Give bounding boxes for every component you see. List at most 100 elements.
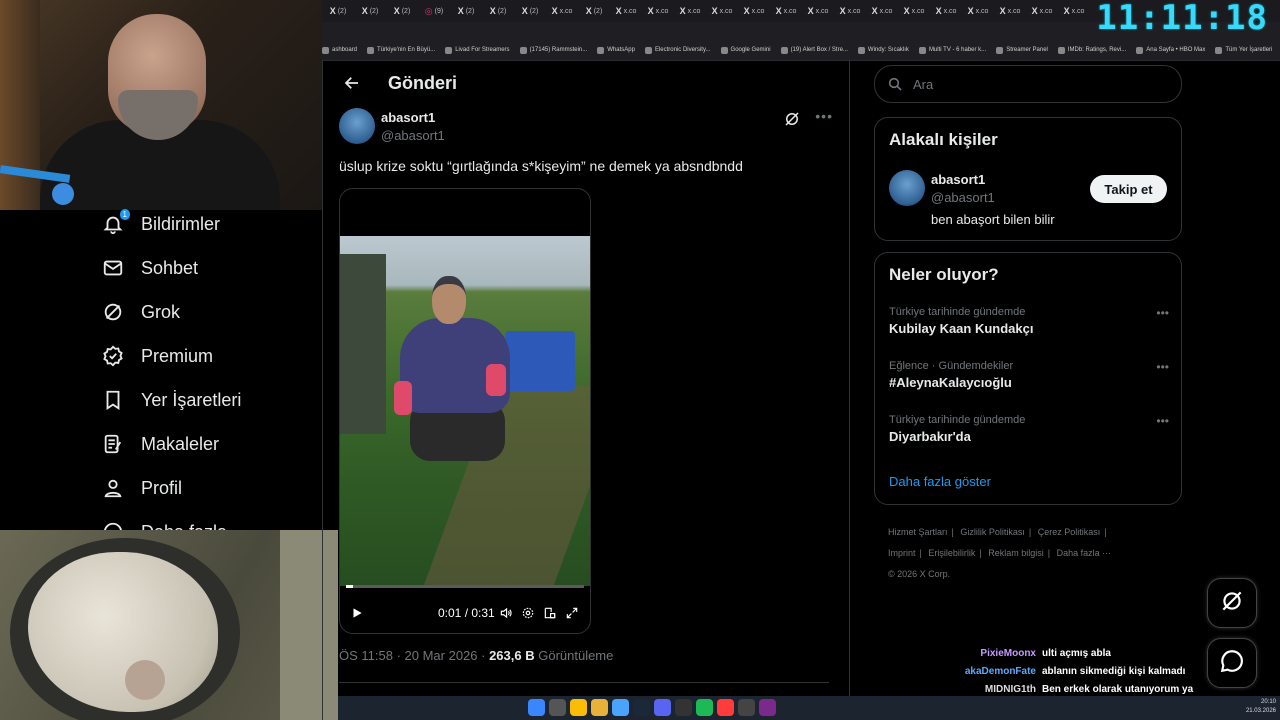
browser-tab[interactable]: X (2)	[514, 2, 546, 20]
nav-item-bookmarks[interactable]: Yer İşaretleri	[88, 378, 318, 422]
browser-tab[interactable]: Xx.co	[706, 2, 738, 20]
browser-tab[interactable]: Xx.co	[674, 2, 706, 20]
kick-icon[interactable]	[759, 699, 776, 716]
view-count: 263,6 B	[489, 648, 535, 663]
more-options-icon[interactable]: •••	[1156, 360, 1169, 374]
browser-tab[interactable]: X (2)	[386, 2, 418, 20]
obs-icon[interactable]	[738, 699, 755, 716]
browser-tab[interactable]: Xx.co	[770, 2, 802, 20]
pip-icon[interactable]	[539, 602, 561, 624]
browser-tab[interactable]: X (2)	[578, 2, 610, 20]
footer-link[interactable]: Daha fazla ···	[1057, 548, 1112, 558]
post-timestamp[interactable]: ÖS 11:58 · 20 Mar 2026 ·	[339, 648, 489, 663]
author-name[interactable]: abasort1	[381, 110, 435, 125]
chat-username[interactable]: MIDNIG1th	[880, 684, 1036, 695]
bookmark-item[interactable]: Tüm Yer İşaretleri	[1215, 46, 1273, 54]
favicon-icon	[780, 46, 788, 54]
app-icon[interactable]	[717, 699, 734, 716]
browser-tab[interactable]: Xx.co	[1026, 2, 1058, 20]
system-tray[interactable]: 20:10 21.03.2026	[1246, 698, 1276, 716]
chat-username[interactable]: PixieMoonx	[880, 648, 1036, 659]
avatar[interactable]	[889, 170, 925, 206]
footer-link[interactable]: Erişilebilirlik	[928, 548, 975, 558]
trend-item[interactable]: Türkiye tarihinde gündemde Diyarbakır'da…	[889, 414, 1169, 444]
browser-tab[interactable]: X (2)	[450, 2, 482, 20]
discord-icon[interactable]	[654, 699, 671, 716]
search-input[interactable]: Ara	[874, 65, 1182, 103]
more-options-icon[interactable]: •••	[1156, 414, 1169, 428]
footer-link[interactable]: Reklam bilgisi	[988, 548, 1044, 558]
bookmark-item[interactable]: IMDb: Ratings, Revi...	[1057, 46, 1126, 54]
show-more-link[interactable]: Daha fazla göster	[889, 474, 991, 489]
chat-username[interactable]: akaDemonFate	[880, 666, 1036, 677]
bookmark-item[interactable]: Windy: Sıcaklık	[857, 46, 909, 54]
spotify-icon[interactable]	[696, 699, 713, 716]
video-frame[interactable]	[340, 236, 590, 586]
author-handle[interactable]: @abasort1	[381, 128, 445, 143]
bookmark-label: Tüm Yer İşaretleri	[1225, 47, 1273, 53]
footer-link[interactable]: Gizlilik Politikası	[960, 527, 1025, 537]
windows-start-icon[interactable]	[528, 699, 545, 716]
related-user-name[interactable]: abasort1	[931, 172, 985, 187]
browser-tab[interactable]: Xx.co	[802, 2, 834, 20]
play-icon[interactable]	[346, 602, 368, 624]
browser-tab[interactable]: Xx.co	[610, 2, 642, 20]
nav-item-notifications[interactable]: 1 Bildirimler	[88, 202, 318, 246]
edge-icon[interactable]	[612, 699, 629, 716]
grok-floating-button[interactable]	[1207, 578, 1257, 628]
browser-tab[interactable]: ◎ (9)	[418, 2, 450, 20]
grok-explain-icon[interactable]	[783, 110, 803, 130]
settings-gear-icon[interactable]	[517, 602, 539, 624]
video-player[interactable]: 0:01 / 0:31	[339, 188, 591, 634]
steam-icon[interactable]	[633, 699, 650, 716]
browser-tab[interactable]: Xx.co	[898, 2, 930, 20]
more-options-icon[interactable]: •••	[1156, 306, 1169, 320]
more-options-icon[interactable]: •••	[815, 108, 833, 124]
volume-icon[interactable]	[495, 602, 517, 624]
browser-tab[interactable]: Xx.co	[1058, 2, 1090, 20]
nav-item-premium[interactable]: Premium	[88, 334, 318, 378]
bookmark-item[interactable]: ashboard	[322, 46, 357, 54]
browser-tab[interactable]: Xx.co	[642, 2, 674, 20]
search-icon[interactable]	[549, 699, 566, 716]
footer-link[interactable]: Hizmet Şartları	[888, 527, 948, 537]
bookmark-item[interactable]: Multi TV - 6 haber k...	[918, 46, 986, 54]
footer-link[interactable]: Imprint	[888, 548, 916, 558]
app-icon[interactable]	[675, 699, 692, 716]
bookmark-item[interactable]: (17145) Rammstein...	[519, 46, 587, 54]
browser-tab[interactable]: X (2)	[482, 2, 514, 20]
browser-tab[interactable]: X (2)	[354, 2, 386, 20]
bookmark-item[interactable]: WhatsApp	[597, 46, 635, 54]
bookmark-item[interactable]: Streamer Panel	[996, 46, 1048, 54]
browser-tab[interactable]: Xx.co	[546, 2, 578, 20]
bookmark-item[interactable]: Livad For Streamers	[445, 46, 510, 54]
related-user-handle[interactable]: @abasort1	[931, 190, 995, 205]
nav-item-chat[interactable]: Sohbet	[88, 246, 318, 290]
back-arrow-icon[interactable]	[337, 68, 367, 98]
bookmark-item[interactable]: Electronic Diversity...	[644, 46, 711, 54]
browser-tab[interactable]: Xx.co	[930, 2, 962, 20]
video-progress-bar[interactable]	[346, 585, 584, 588]
bookmark-item[interactable]: Türkiye'nin En Büyü...	[367, 46, 435, 54]
bookmark-item[interactable]: Google Gemini	[720, 46, 771, 54]
nav-item-profile[interactable]: Profil	[88, 466, 318, 510]
chrome-icon[interactable]	[570, 699, 587, 716]
browser-tab[interactable]: Xx.co	[834, 2, 866, 20]
fullscreen-icon[interactable]	[561, 602, 583, 624]
messages-floating-button[interactable]	[1207, 638, 1257, 688]
nav-item-articles[interactable]: Makaleler	[88, 422, 318, 466]
trend-item[interactable]: Türkiye tarihinde gündemde Kubilay Kaan …	[889, 306, 1169, 336]
footer-link[interactable]: Çerez Politikası	[1038, 527, 1101, 537]
nav-item-grok[interactable]: Grok	[88, 290, 318, 334]
folder-icon[interactable]	[591, 699, 608, 716]
bookmark-item[interactable]: (19) Alert Box / Stre...	[780, 46, 848, 54]
browser-tab[interactable]: Xx.co	[866, 2, 898, 20]
browser-tab[interactable]: Xx.co	[994, 2, 1026, 20]
browser-tab[interactable]: Xx.co	[962, 2, 994, 20]
browser-tab[interactable]: Xx.co	[738, 2, 770, 20]
follow-button[interactable]: Takip et	[1090, 175, 1167, 203]
trend-item[interactable]: Eğlence · Gündemdekiler #AleynaKalaycıoğ…	[889, 360, 1169, 390]
bookmark-item[interactable]: Ana Sayfa • HBO Max	[1136, 46, 1205, 54]
avatar[interactable]	[339, 108, 375, 144]
browser-tab[interactable]: X (2)	[322, 2, 354, 20]
